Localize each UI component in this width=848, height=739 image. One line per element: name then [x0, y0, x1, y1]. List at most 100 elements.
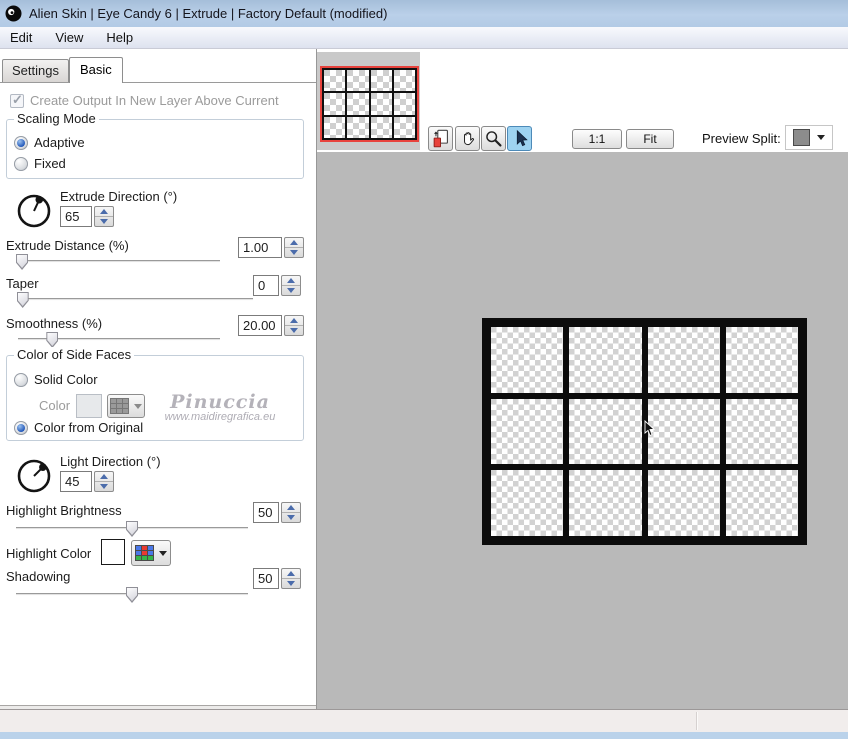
color-from-original-radio[interactable] [14, 420, 28, 435]
smoothness-spinner: 20.00 [238, 315, 304, 336]
spin-up-button[interactable] [282, 503, 300, 513]
tab-settings[interactable]: Settings [2, 59, 69, 82]
tab-basic[interactable]: Basic [68, 57, 123, 83]
grid-cell [491, 398, 564, 465]
hand-icon [463, 131, 474, 145]
light-direction-dial[interactable] [15, 457, 53, 495]
adaptive-option[interactable]: Adaptive [14, 135, 85, 150]
slider-thumb[interactable] [126, 587, 138, 603]
fixed-radio[interactable] [14, 156, 28, 171]
thumb-cell [324, 116, 346, 138]
extrude-direction-value[interactable]: 65 [60, 206, 92, 227]
highlight-brightness-spinner: 50 [253, 502, 301, 523]
spin-down-button[interactable] [95, 217, 113, 226]
navigator-box [317, 52, 420, 150]
magnifier-icon [485, 130, 502, 147]
thumb-cell [370, 116, 392, 138]
thumb-cell [393, 93, 415, 115]
watermark: Pinuccia www.maidiregrafica.eu [130, 391, 310, 423]
title-bar: Alien Skin | Eye Candy 6 | Extrude | Fac… [0, 0, 848, 27]
adaptive-label: Adaptive [34, 135, 85, 150]
extrude-direction-dial[interactable] [15, 192, 53, 230]
select-tool-button[interactable] [507, 126, 532, 151]
spin-down-button[interactable] [282, 286, 300, 295]
preview-toolbar: 1:1 Fit Preview Split: [317, 49, 848, 152]
smoothness-label: Smoothness (%) [6, 316, 103, 331]
grid-cell [725, 327, 798, 393]
highlight-color-label: Highlight Color [6, 546, 92, 561]
slider-thumb[interactable] [16, 254, 29, 270]
create-output-label: Create Output In New Layer Above Current [30, 93, 279, 108]
spin-down-button[interactable] [285, 326, 303, 335]
zoom-fit-button[interactable]: Fit [626, 129, 674, 149]
taper-value[interactable]: 0 [253, 275, 279, 296]
preview-canvas[interactable] [317, 152, 848, 709]
extrude-distance-label: Extrude Distance (%) [6, 238, 129, 253]
toggle-original-button[interactable] [428, 126, 453, 151]
thumb-cell [324, 70, 346, 92]
toggle-original-icon [433, 129, 448, 147]
extrude-distance-spinner: 1.00 [238, 237, 304, 258]
solid-color-radio[interactable] [14, 372, 28, 387]
adaptive-radio[interactable] [14, 135, 28, 150]
slider-thumb[interactable] [46, 332, 59, 348]
menu-view[interactable]: View [53, 28, 94, 48]
menu-help[interactable]: Help [104, 28, 144, 48]
side-faces-legend: Color of Side Faces [14, 347, 135, 362]
spin-up-button[interactable] [282, 276, 300, 286]
solid-color-option[interactable]: Solid Color [14, 372, 98, 387]
zoom-actual-button[interactable]: 1:1 [572, 129, 622, 149]
shadowing-value[interactable]: 50 [253, 568, 279, 589]
thumb-cell [370, 93, 392, 115]
highlight-color-swatch[interactable] [101, 539, 125, 565]
pan-tool-button[interactable] [455, 126, 480, 151]
smoothness-value[interactable]: 20.00 [238, 315, 282, 336]
status-bar [0, 709, 848, 732]
spin-up-button[interactable] [282, 569, 300, 579]
preview-split-dropdown[interactable] [785, 125, 833, 150]
status-bar-separator [696, 712, 697, 730]
navigator-thumbnail[interactable] [320, 66, 419, 142]
spin-up-button[interactable] [95, 472, 113, 482]
solid-color-label: Solid Color [34, 372, 98, 387]
light-direction-value[interactable]: 45 [60, 471, 92, 492]
grid-cell [647, 327, 720, 393]
grid-cell [725, 470, 798, 536]
extrude-distance-slider[interactable] [16, 253, 220, 270]
spin-up-button[interactable] [285, 316, 303, 326]
spin-down-button[interactable] [282, 513, 300, 522]
preview-split-swatch [793, 129, 810, 146]
fixed-option[interactable]: Fixed [14, 156, 66, 171]
slider-thumb[interactable] [16, 292, 29, 308]
light-direction-spinner: 45 [60, 471, 114, 492]
extrude-direction-label: Extrude Direction (°) [60, 189, 178, 204]
menu-edit[interactable]: Edit [8, 28, 43, 48]
highlight-color-dropdown[interactable] [131, 540, 171, 566]
taper-slider[interactable] [16, 291, 253, 308]
basic-tab-body: Create Output In New Layer Above Current… [0, 83, 315, 709]
spin-down-button[interactable] [282, 579, 300, 588]
spin-down-button[interactable] [95, 482, 113, 491]
preview-pane: 1:1 Fit Preview Split: [317, 49, 848, 709]
palette-icon [110, 398, 129, 414]
taper-spinner: 0 [253, 275, 301, 296]
spin-up-button[interactable] [95, 207, 113, 217]
create-output-checkbox[interactable] [10, 92, 24, 108]
thumb-cell [347, 70, 369, 92]
fixed-label: Fixed [34, 156, 66, 171]
color-label: Color [39, 398, 71, 413]
highlight-brightness-slider[interactable] [16, 520, 248, 537]
shadowing-slider[interactable] [16, 586, 248, 603]
extrude-distance-value[interactable]: 1.00 [238, 237, 282, 258]
grid-cell [647, 470, 720, 536]
spin-up-button[interactable] [285, 238, 303, 248]
spin-down-button[interactable] [285, 248, 303, 257]
color-from-original-option[interactable]: Color from Original [14, 420, 143, 435]
highlight-brightness-value[interactable]: 50 [253, 502, 279, 523]
zoom-tool-button[interactable] [481, 126, 506, 151]
slider-thumb[interactable] [126, 521, 138, 537]
cursor-arrow-icon [516, 129, 528, 146]
grid-cell [725, 398, 798, 465]
grid-cell [569, 327, 642, 393]
smoothness-slider[interactable] [18, 331, 220, 348]
